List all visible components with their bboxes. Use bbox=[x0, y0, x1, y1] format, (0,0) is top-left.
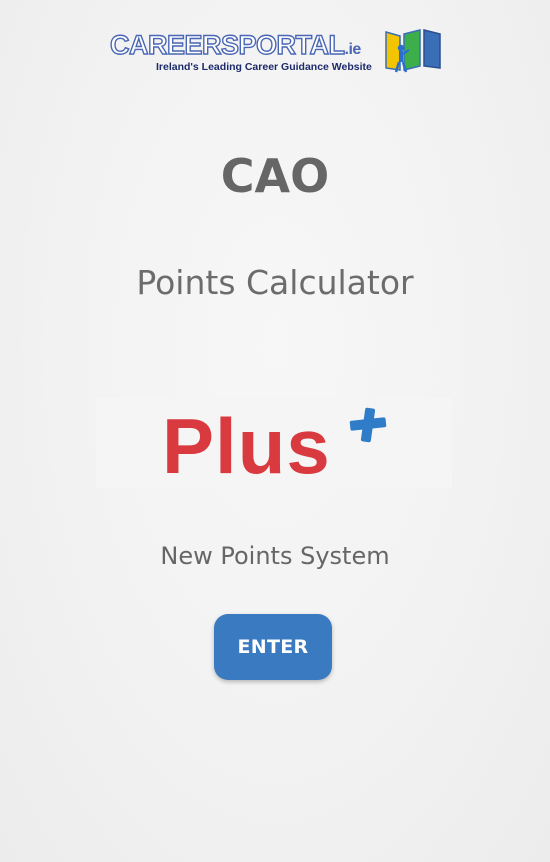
new-points-tagline: New Points System bbox=[160, 542, 390, 570]
page-title: CAO bbox=[220, 149, 330, 203]
plus-logo-banner: Plus bbox=[96, 398, 452, 488]
logo-suffix-text: .ie bbox=[344, 41, 362, 58]
plus-logo-text: Plus bbox=[162, 402, 331, 490]
doors-person-icon bbox=[385, 29, 441, 73]
page-subtitle: Points Calculator bbox=[136, 263, 414, 302]
careersportal-logo[interactable]: CAREERSPORTAL.ie Ireland's Leading Caree… bbox=[109, 28, 445, 80]
enter-button[interactable]: ENTER bbox=[214, 614, 332, 680]
app-header: CAREERSPORTAL.ie Ireland's Leading Caree… bbox=[0, 28, 550, 80]
logo-tagline: Ireland's Leading Career Guidance Websit… bbox=[156, 61, 372, 73]
logo-main-text: CAREERSPORTAL bbox=[109, 29, 345, 60]
logo-wordmark: CAREERSPORTAL.ie bbox=[109, 29, 362, 65]
plus-superscript-icon bbox=[349, 407, 387, 443]
